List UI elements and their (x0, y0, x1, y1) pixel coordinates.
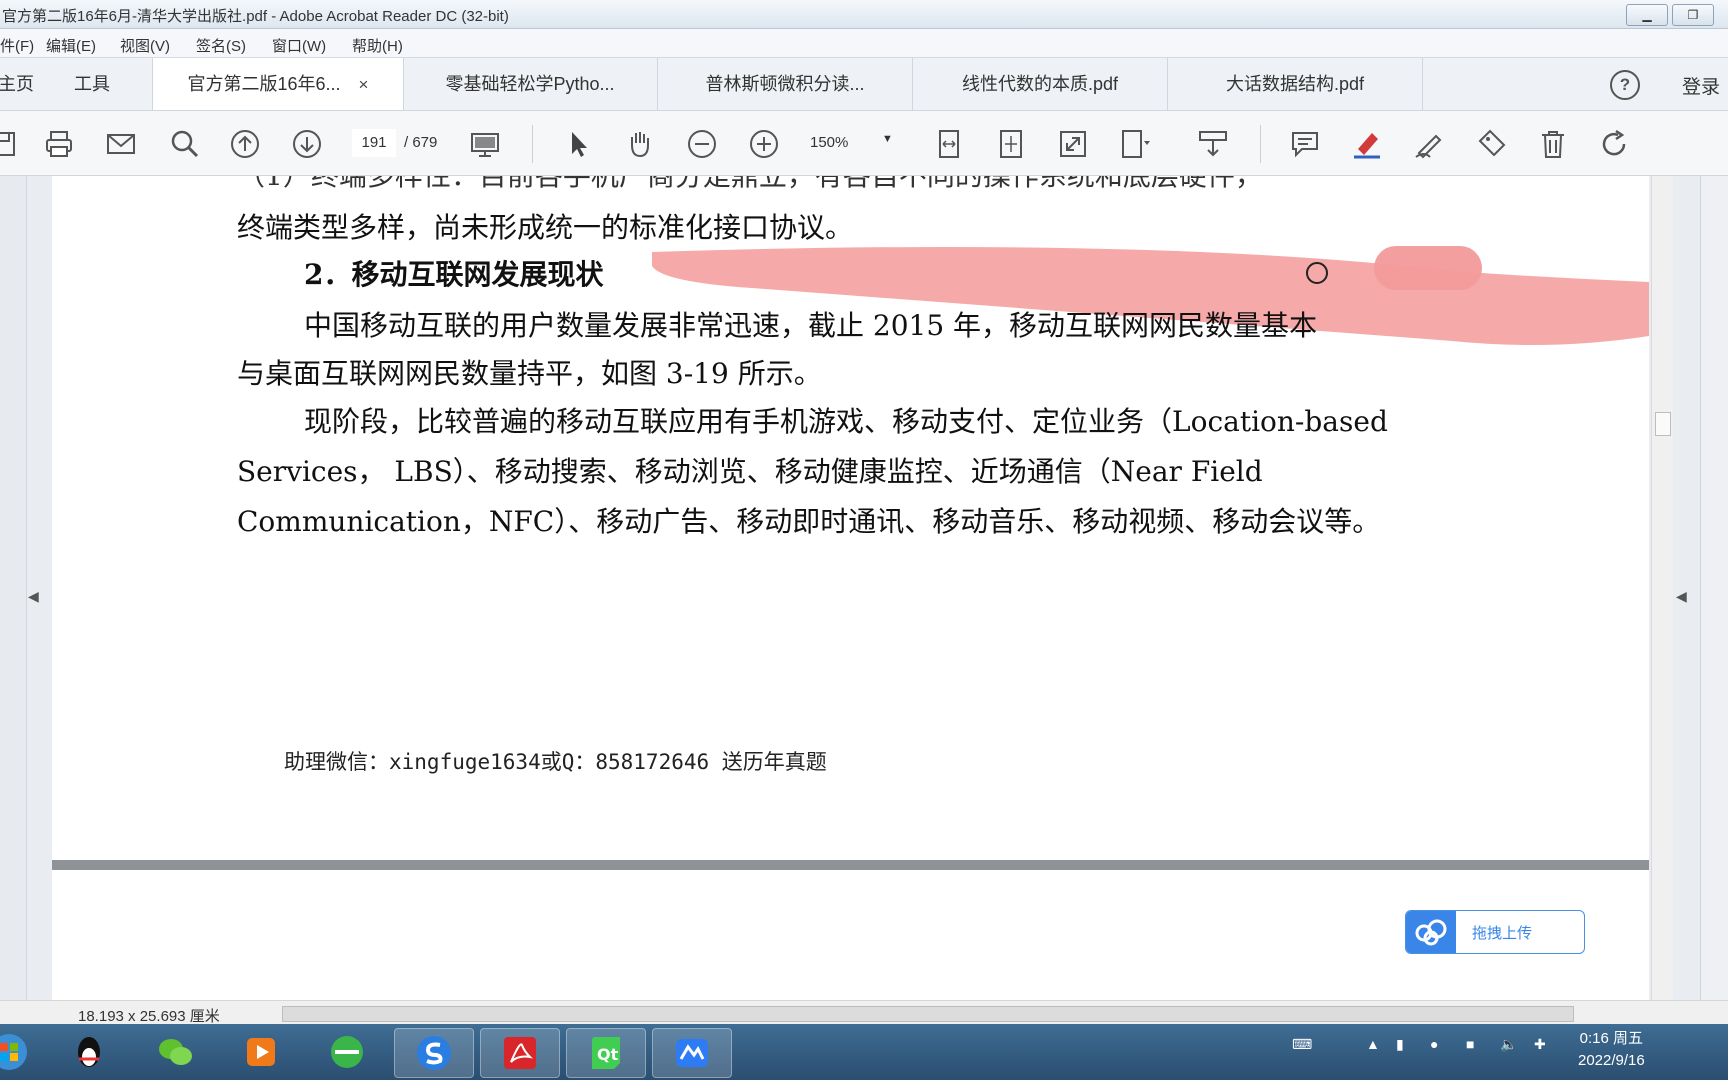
paragraph-line: Communication，NFC）、移动广告、移动即时通讯、移动音乐、移动视频… (237, 505, 1381, 538)
zoom-out-icon[interactable] (685, 127, 719, 161)
zoom-level-select[interactable]: 150% (810, 134, 848, 151)
full-screen-icon[interactable] (1056, 127, 1090, 161)
page-footnote: 助理微信：xingfuge1634或Q：858172646 送历年真题 (284, 750, 827, 774)
upload-label: 拖拽上传 (1472, 925, 1533, 942)
section-heading: 2．移动互联网发展现状 (304, 258, 604, 291)
scrollbar-thumb[interactable] (1655, 412, 1671, 436)
window-title: 官方第二版16年6月-清华大学出版社.pdf - Adobe Acrobat R… (2, 8, 509, 25)
right-tools-pane[interactable] (1700, 176, 1728, 1006)
fit-page-icon[interactable] (994, 127, 1028, 161)
delete-icon[interactable] (1536, 127, 1570, 161)
help-icon[interactable]: ? (1610, 70, 1640, 100)
qq-icon[interactable] (50, 1028, 128, 1076)
vertical-scrollbar[interactable] (1651, 176, 1673, 1006)
login-link[interactable]: 登录 (1682, 72, 1720, 99)
draw-icon[interactable] (1412, 127, 1446, 161)
search-icon[interactable] (168, 127, 202, 161)
toolbar: 191 / 679 150% ▼ (0, 111, 1728, 176)
tencent-meeting-icon[interactable] (652, 1028, 732, 1078)
paragraph-line: 现阶段，比较普遍的移动互联应用有手机游戏、移动支付、定位业务（Location-… (304, 405, 1388, 438)
show-hidden-icons[interactable]: ▲ (1366, 1036, 1380, 1052)
tab-bar: 主页 工具 官方第二版16年6... × 零基础轻松学Pytho... 普林斯顿微… (0, 58, 1728, 111)
title-bar: 官方第二版16年6月-清华大学出版社.pdf - Adobe Acrobat R… (0, 0, 1728, 29)
media-player-icon[interactable] (222, 1028, 300, 1076)
menu-help[interactable]: 帮助(H) (352, 35, 403, 56)
tray-app-icon[interactable]: ■ (1466, 1036, 1474, 1052)
print-icon[interactable] (42, 127, 76, 161)
menu-window[interactable]: 窗口(W) (272, 35, 326, 56)
svg-text:Qt: Qt (597, 1045, 619, 1064)
page-separator (52, 860, 1649, 870)
next-page-icon[interactable] (290, 127, 324, 161)
zoom-dropdown-icon[interactable]: ▼ (882, 133, 893, 145)
page-dimensions: 18.193 x 25.693 厘米 (78, 1008, 220, 1025)
page-view-icon[interactable] (1118, 127, 1152, 161)
menu-bar: 件(F) 编辑(E) 视图(V) 签名(S) 窗口(W) 帮助(H) (0, 29, 1728, 58)
document-view[interactable]: （1）终端多样性：目前各手机厂商分是鼎立，有各自不同的操作系统和底层硬件， 终端… (52, 176, 1649, 1006)
toolbar-divider (1260, 125, 1261, 163)
paragraph-line: 与桌面互联网网民数量持平，如图 3-19 所示。 (237, 357, 822, 390)
fit-width-icon[interactable] (932, 127, 966, 161)
tab-document[interactable]: 零基础轻松学Pytho... (403, 58, 658, 110)
highlight-annotation[interactable] (52, 176, 1649, 376)
acrobat-reader-icon[interactable] (480, 1028, 560, 1078)
network-icon[interactable]: ▮ (1396, 1036, 1404, 1053)
collapse-right-pane-icon[interactable]: ◀ (1676, 588, 1687, 605)
comment-icon[interactable] (1288, 127, 1322, 161)
wechat-icon[interactable] (136, 1028, 214, 1076)
collapse-left-pane-icon[interactable]: ◀ (28, 588, 39, 605)
save-icon[interactable] (0, 127, 20, 161)
taskbar: Qt (0, 1024, 1728, 1080)
menu-view[interactable]: 视图(V) (120, 35, 170, 56)
volume-icon[interactable]: 🔈 (1500, 1036, 1517, 1053)
tab-home[interactable]: 主页 (0, 58, 46, 110)
scroll-mode-icon[interactable] (1196, 127, 1230, 161)
paragraph-line: Services， LBS）、移动搜索、移动浏览、移动健康监控、近场通信（Nea… (237, 455, 1263, 488)
horizontal-scrollbar[interactable]: 18.193 x 25.693 厘米 (0, 1000, 1728, 1025)
page-total: / 679 (404, 134, 438, 151)
clock-time: 0:16 周五 (1579, 1030, 1644, 1047)
close-tab-icon[interactable]: × (359, 75, 369, 94)
email-icon[interactable] (104, 127, 138, 161)
tab-document-active[interactable]: 官方第二版16年6... × (152, 58, 404, 110)
clock-date: 2022/9/16 (1578, 1052, 1645, 1069)
qt-creator-icon[interactable]: Qt (566, 1028, 646, 1078)
menu-edit[interactable]: 编辑(E) (46, 35, 96, 56)
minimize-button[interactable]: ▁ (1626, 4, 1668, 26)
rotate-icon[interactable] (1598, 127, 1632, 161)
browser-icon[interactable] (308, 1028, 386, 1076)
sogou-icon[interactable] (394, 1028, 474, 1078)
left-navigation-pane[interactable] (0, 176, 27, 1006)
highlight-pen-icon[interactable] (1350, 127, 1384, 161)
scrollbar-thumb[interactable] (282, 1006, 1574, 1022)
keyboard-icon[interactable]: ⌨ (1292, 1036, 1312, 1053)
menu-file[interactable]: 件(F) (0, 35, 34, 56)
qq-tray-icon[interactable]: ● (1430, 1036, 1438, 1052)
paragraph-line: 中国移动互联的用户数量发展非常迅速，截止 2015 年，移动互联网网民数量基本 (304, 309, 1318, 342)
cloud-icon (1406, 911, 1456, 953)
tab-document[interactable]: 大话数据结构.pdf (1168, 58, 1423, 110)
menu-sign[interactable]: 签名(S) (196, 35, 246, 56)
hand-tool-icon[interactable] (623, 127, 657, 161)
security-icon[interactable]: ✚ (1534, 1036, 1546, 1053)
start-button[interactable] (0, 1028, 48, 1076)
previous-page-icon[interactable] (228, 127, 262, 161)
system-clock[interactable]: 0:16 周五 2022/9/16 (1578, 1028, 1645, 1072)
tab-document[interactable]: 线性代数的本质.pdf (913, 58, 1168, 110)
maximize-button[interactable]: ❐ (1672, 4, 1714, 26)
tab-tools[interactable]: 工具 (62, 58, 122, 110)
tab-label: 官方第二版16年6... (187, 74, 341, 94)
stamp-icon[interactable] (1474, 127, 1508, 161)
tab-document[interactable]: 普林斯顿微积分读... (658, 58, 913, 110)
select-cursor-icon[interactable] (562, 127, 596, 161)
zoom-in-icon[interactable] (747, 127, 781, 161)
drag-upload-button[interactable]: 拖拽上传 (1405, 910, 1585, 954)
presentation-icon[interactable] (468, 127, 502, 161)
page-number-input[interactable]: 191 (352, 129, 396, 157)
toolbar-divider (532, 125, 533, 163)
